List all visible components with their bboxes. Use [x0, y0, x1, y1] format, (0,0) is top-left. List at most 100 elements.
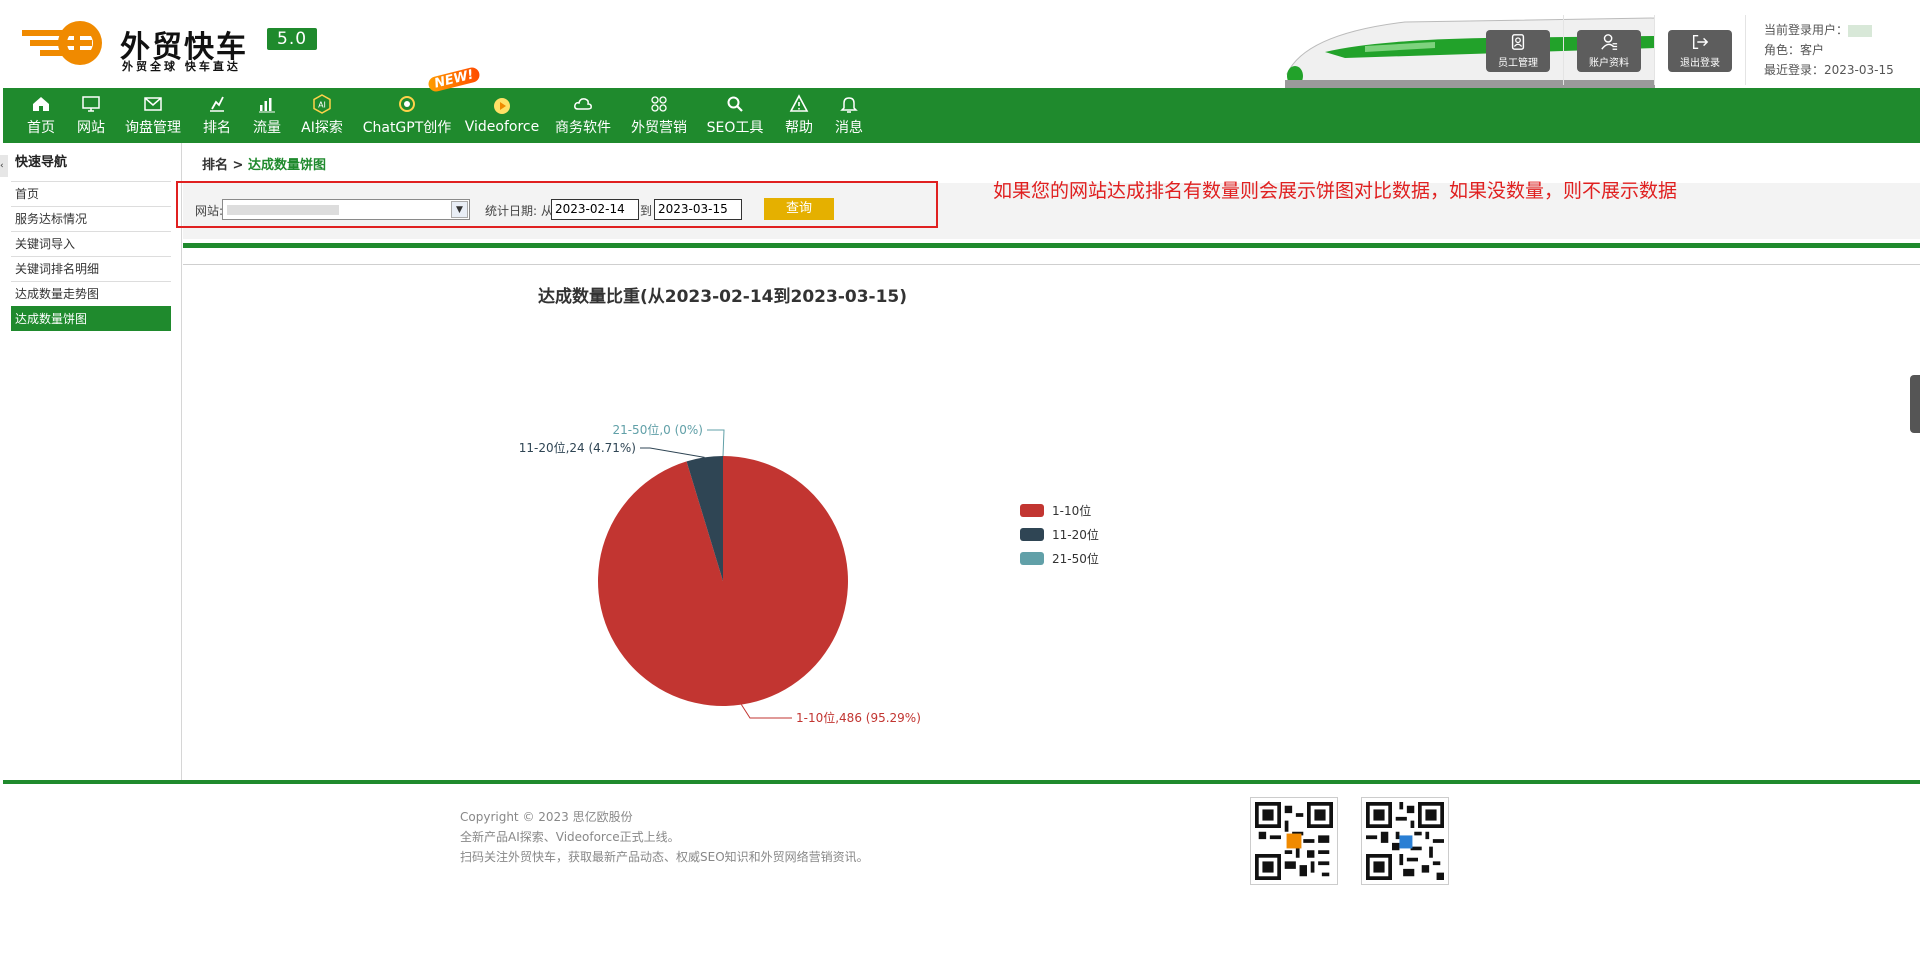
pie-leader-line-11-20: [640, 447, 705, 458]
role-value: 客户: [1800, 43, 1825, 57]
nav-item-label: 流量: [253, 120, 281, 136]
footer-divider: [3, 780, 1920, 784]
sidebar-collapse-toggle[interactable]: ‹: [0, 155, 8, 177]
app-qr-code: [1361, 797, 1449, 885]
breadcrumb-current: 达成数量饼图: [247, 158, 326, 173]
pie-slice-label-1-10: 1-10位,486 (95.29%): [796, 710, 921, 725]
header-separator: [1563, 15, 1564, 85]
logo[interactable]: 外贸快车 外贸全球 快车直达 5.0: [22, 16, 322, 76]
legend-item-11-20[interactable]: 11-20位: [1020, 522, 1099, 546]
last-login-value: 2023-03-15: [1824, 63, 1894, 77]
last-login-label: 最近登录：: [1764, 63, 1825, 77]
date-range-label: 统计日期: 从: [485, 204, 553, 218]
site-label: 网站:: [195, 204, 224, 218]
legend-swatch: [1020, 551, 1044, 565]
pie-leader-line-1-10: [740, 704, 792, 719]
query-button[interactable]: 查询: [764, 198, 834, 220]
user-name-redacted: [1848, 24, 1873, 37]
breadcrumb-separator: >: [228, 158, 248, 173]
qr-code-icon: [1255, 802, 1333, 880]
sidebar-item-service-status[interactable]: 服务达标情况: [11, 206, 171, 231]
nav-item-chatgpt[interactable]: ChatGPT创作: [362, 88, 452, 143]
sidebar-item-trend-chart[interactable]: 达成数量走势图: [11, 281, 171, 306]
legend-swatch: [1020, 527, 1044, 541]
nav-item-website[interactable]: 网站: [73, 88, 109, 143]
nav-item-label: 外贸营销: [631, 120, 687, 136]
logout-button[interactable]: 退出登录: [1668, 30, 1732, 72]
app-root: 外贸快车 外贸全球 快车直达 5.0 员工管理 账户资料 退出登录 当前登录用户…: [0, 0, 1920, 968]
nav-item-business-software[interactable]: 商务软件: [553, 88, 613, 143]
sidebar-item-home[interactable]: 首页: [11, 181, 171, 206]
nav-item-ranking[interactable]: 排名: [199, 88, 235, 143]
qr-code-icon: [1366, 802, 1444, 880]
legend-item-21-50[interactable]: 21-50位: [1020, 546, 1099, 570]
svg-text:AI: AI: [318, 101, 326, 110]
nav-item-label: 首页: [27, 120, 55, 136]
mail-icon: [144, 97, 162, 111]
footer-news-line: 全新产品AI探索、Videoforce正式上线。: [460, 830, 680, 844]
end-date-input[interactable]: 2023-03-15: [654, 199, 742, 220]
user-info: 当前登录用户： 角色：客户 最近登录：2023-03-15: [1764, 20, 1894, 80]
video-icon: [494, 98, 510, 114]
wechat-qr-code: [1250, 797, 1338, 885]
nav-item-label: 商务软件: [555, 120, 611, 136]
thin-divider: [183, 264, 1920, 265]
date-to-label: 到: [640, 204, 653, 218]
section-divider: [183, 243, 1920, 248]
current-user-row: 当前登录用户：: [1764, 20, 1894, 40]
pie-slice-label-11-20: 11-20位,24 (4.71%): [520, 440, 636, 455]
account-profile-label: 账户资料: [1589, 58, 1629, 69]
nav-item-home[interactable]: 首页: [23, 88, 59, 143]
nav-item-messages[interactable]: 消息: [831, 88, 867, 143]
monitor-icon: [82, 96, 100, 112]
nav-item-traffic[interactable]: 流量: [249, 88, 285, 143]
search-icon: [727, 96, 743, 112]
sidebar-item-pie-chart[interactable]: 达成数量饼图: [11, 306, 171, 331]
legend-label: 1-10位: [1052, 503, 1092, 518]
current-user-label: 当前登录用户：: [1764, 23, 1849, 37]
staff-management-button[interactable]: 员工管理: [1486, 30, 1550, 72]
sidebar-item-keyword-import[interactable]: 关键词导入: [11, 231, 171, 256]
last-login-row: 最近登录：2023-03-15: [1764, 60, 1894, 80]
sidebar-list: 首页 服务达标情况 关键词导入 关键词排名明细 达成数量走势图 达成数量饼图: [11, 181, 171, 331]
nav-item-label: Videoforce: [464, 119, 540, 135]
nav-item-label: 网站: [77, 120, 105, 136]
role-row: 角色：客户: [1764, 40, 1894, 60]
footer-text: Copyright © 2023 思亿欧股份 全新产品AI探索、Videofor…: [460, 807, 869, 867]
nav-item-label: 帮助: [785, 120, 813, 136]
side-float-tab[interactable]: [1910, 375, 1920, 433]
pie-leader-line-21-50: [707, 429, 725, 457]
chatgpt-icon: [399, 96, 415, 112]
site-select[interactable]: ▼: [222, 199, 470, 220]
nav-item-ai-explore[interactable]: AI AI探索: [299, 88, 345, 143]
staff-icon: [1511, 34, 1525, 50]
nav-item-help[interactable]: 帮助: [781, 88, 817, 143]
nav-item-inquiry[interactable]: 询盘管理: [123, 88, 183, 143]
nav-item-marketing[interactable]: 外贸营销: [629, 88, 689, 143]
start-date-input[interactable]: 2023-02-14: [551, 199, 639, 220]
account-profile-button[interactable]: 账户资料: [1577, 30, 1641, 72]
legend-item-1-10[interactable]: 1-10位: [1020, 498, 1099, 522]
nav-item-videoforce[interactable]: Videoforce: [465, 88, 539, 143]
chart-title: 达成数量比重(从2023-02-14到2023-03-15): [538, 287, 908, 307]
nav-item-label: 消息: [835, 120, 863, 136]
nav-item-label: 排名: [203, 120, 231, 136]
sidebar-item-keyword-ranking-detail[interactable]: 关键词排名明细: [11, 256, 171, 281]
footer-follow-line: 扫码关注外贸快车，获取最新产品动态、权威SEO知识和外贸网络营销资讯。: [460, 850, 869, 864]
main-nav: 首页 网站 询盘管理 排名 流量 AI AI探索 ChatGPT创作 Video: [3, 88, 1920, 143]
nav-item-seo-tools[interactable]: SEO工具: [705, 88, 765, 143]
breadcrumb-parent[interactable]: 排名: [202, 158, 228, 173]
brand-slogan: 外贸全球 快车直达: [122, 60, 241, 73]
chevron-down-icon[interactable]: ▼: [451, 201, 468, 218]
nav-item-label: AI探索: [301, 120, 343, 136]
version-badge: 5.0: [267, 28, 318, 50]
header-separator: [1654, 15, 1655, 85]
legend-label: 11-20位: [1052, 527, 1099, 542]
header-separator: [1745, 15, 1746, 85]
nav-item-label: ChatGPT创作: [362, 120, 452, 136]
sidebar: ‹ 快速导航 首页 服务达标情况 关键词导入 关键词排名明细 达成数量走势图 达…: [0, 143, 182, 783]
home-icon: [33, 97, 49, 111]
cloud-icon: [574, 98, 592, 110]
annotation-note: 如果您的网站达成排名有数量则会展示饼图对比数据，如果没数量，则不展示数据: [993, 180, 1678, 202]
chart-legend: 1-10位 11-20位 21-50位: [1020, 498, 1099, 570]
